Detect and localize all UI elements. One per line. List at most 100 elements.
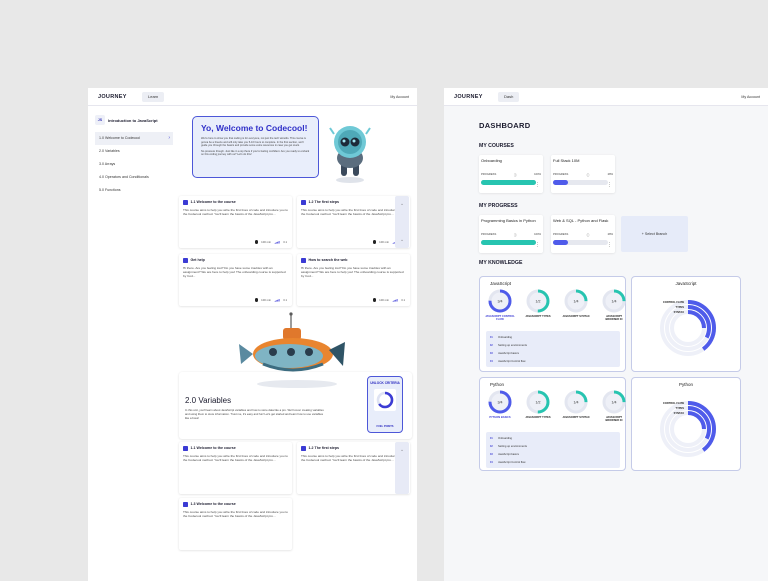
progress-fill — [481, 180, 536, 185]
lesson-icon — [301, 200, 306, 205]
progress-card[interactable]: Web & SQL - Python and Flask PROGRESS ⓘ 28… — [551, 215, 615, 253]
sidebar-item-label: 1.0 Welcome to Codecool — [99, 136, 141, 140]
topic-number: 04 — [490, 460, 493, 464]
lesson-card[interactable]: 1.3 Welcome to the course This course ai… — [179, 498, 292, 550]
course-name: Programming Basics in Python — [481, 218, 536, 223]
skill-gauge[interactable]: 3/4 PYTHON BASICS — [485, 389, 515, 422]
topic-number: 01 — [490, 335, 493, 339]
topic-item[interactable]: 02 Setting up environments — [490, 341, 616, 349]
my-account-link[interactable]: My Account — [390, 95, 409, 99]
expand-tab[interactable]: » » — [395, 196, 409, 248]
top-nav: JOURNEY Learn My Account — [88, 88, 417, 106]
select-branch-button[interactable]: + Select Branch — [621, 216, 688, 252]
sidebar-item-functions[interactable]: 5.0 Functions — [95, 184, 173, 197]
welcome-banner: Yo, Welcome to Codecool! We're here to s… — [192, 116, 319, 178]
lesson-card[interactable]: 1.2 The first steps This course aims to … — [297, 196, 410, 248]
difficulty-icon — [392, 298, 399, 302]
more-menu-icon[interactable]: ⋮ — [535, 242, 540, 248]
lesson-card[interactable]: Get help Hi there. Are you feeling lost?… — [179, 254, 292, 306]
sidebar-item-welcome[interactable]: 1.0 Welcome to Codecool › — [95, 132, 173, 145]
dashboard-page: JOURNEY Dash My Account DASHBOARD MY COU… — [444, 88, 768, 581]
skill-gauge[interactable]: 3/4 JAVASCRIPT CONTROL FLOW — [485, 288, 515, 321]
sidebar-item-arrays[interactable]: 3.0 Arrays — [95, 158, 173, 171]
topic-number: 02 — [490, 444, 493, 448]
brand-logo[interactable]: JOURNEY — [98, 94, 127, 100]
topic-item[interactable]: 01 Onboarding — [490, 333, 616, 341]
lesson-icon — [183, 446, 188, 451]
radial-card-javascript: JavaScript CONTROL FLOW TYPES SYNTAX — [631, 276, 741, 372]
progress-label: PROGRESS — [481, 233, 497, 236]
lesson-card[interactable]: 1.1 Welcome to the course This course ai… — [179, 442, 292, 494]
topic-item[interactable]: 02 Setting up environments — [490, 442, 616, 450]
gauge-label: JAVASCRIPT BROWSER IO — [605, 416, 623, 423]
lesson-icon — [183, 200, 188, 205]
topic-label: JavaScript basics — [498, 452, 519, 456]
expand-tab[interactable]: » — [395, 442, 409, 494]
topic-number: 03 — [490, 351, 493, 355]
knowledge-card-javascript: JavaScript 3/4 JAVASCRIPT CONTROL FLOW 1/2… — [479, 276, 626, 372]
topic-list: 01 Onboarding 02 Setting up environments 03 J… — [486, 331, 620, 367]
course-card[interactable]: Full Stack 10M PROGRESS ⓘ 28% ⋮ — [551, 155, 615, 193]
progress-percent: 100% — [534, 233, 541, 236]
skill-gauge[interactable]: 1/2 JAVASCRIPT TYPES — [523, 288, 553, 321]
info-icon: ⓘ — [513, 234, 517, 237]
gauge-label: JAVASCRIPT SYNTAX — [562, 315, 590, 318]
topic-label: Setting up environments — [498, 444, 527, 448]
more-menu-icon[interactable]: ⋮ — [607, 182, 612, 188]
gauge-value: 1/2 — [536, 300, 541, 304]
chevron-right-icon: › — [168, 135, 170, 141]
lesson-title: 1.1 Welcome to the course — [190, 446, 236, 451]
progress-bar — [481, 240, 536, 245]
my-account-link[interactable]: My Account — [741, 95, 760, 99]
gauge-ring: 3/4 — [488, 289, 512, 313]
gauge-label: JAVASCRIPT SYNTAX — [562, 416, 590, 419]
sidebar-item-variables[interactable]: 2.0 Variables — [95, 145, 173, 158]
gauge-value: 1/2 — [536, 401, 541, 405]
brand-logo[interactable]: JOURNEY — [454, 94, 483, 100]
unlock-criteria-card[interactable]: UNLOCK CRITERIA FUEL POINTS — [367, 376, 403, 433]
topic-item[interactable]: 01 Onboarding — [490, 434, 616, 442]
lesson-card[interactable]: How to search the web Hi there. Are you … — [297, 254, 410, 306]
topic-item[interactable]: 04 JavaScript Control flow — [490, 458, 616, 466]
expand-icon: » — [401, 238, 403, 242]
more-menu-icon[interactable]: ⋮ — [607, 242, 612, 248]
course-header: JS Introduction to JavaScript — [95, 114, 173, 126]
sidebar-item-label: 5.0 Functions — [99, 188, 121, 192]
lesson-duration: 100 min — [379, 298, 390, 302]
lesson-title: 1.2 The first steps — [308, 446, 340, 451]
unit-description: In this unit, you'll learn about JavaScr… — [185, 408, 324, 420]
lesson-card[interactable]: 1.1 Welcome to the course This course ai… — [179, 196, 292, 248]
radial-label: TYPES — [675, 305, 684, 309]
knowledge-title: JavaScript — [490, 281, 512, 286]
clock-icon — [372, 240, 377, 244]
nav-dash[interactable]: Dash — [498, 92, 520, 102]
topic-item[interactable]: 03 JavaScript basics — [490, 450, 616, 458]
skill-gauge[interactable]: 1/4 JAVASCRIPT BROWSER IO — [599, 288, 629, 321]
skill-gauge[interactable]: 1/4 JAVASCRIPT SYNTAX — [561, 389, 591, 422]
nav-learn[interactable]: Learn — [142, 92, 165, 102]
progress-percent: 28% — [607, 233, 613, 236]
progress-percent: 28% — [607, 173, 613, 176]
skill-gauge[interactable]: 1/4 JAVASCRIPT BROWSER IO — [599, 389, 629, 422]
sidebar-item-label: 4.0 Operators and Conditionals — [99, 175, 149, 179]
progress-card[interactable]: Programming Basics in Python PROGRESS ⓘ 10… — [479, 215, 543, 253]
gauge-value: 3/4 — [498, 300, 503, 304]
lesson-description: This course aims to help you write the f… — [301, 207, 406, 216]
topic-number: 04 — [490, 359, 493, 363]
course-card[interactable]: Onboarding PROGRESS ⓘ 100% ⋮ — [479, 155, 543, 193]
radial-chart: CONTROL FLOW TYPES SYNTAX — [632, 387, 740, 468]
difficulty-icon — [274, 298, 281, 302]
gauge-ring: 3/4 — [488, 390, 512, 414]
lesson-card[interactable]: 1.2 The first steps This course aims to … — [297, 442, 410, 494]
lesson-duration: 100 min — [379, 240, 390, 244]
sidebar-item-operators[interactable]: 4.0 Operators and Conditionals — [95, 171, 173, 184]
sidebar-item-label: 2.0 Variables — [99, 149, 120, 153]
more-menu-icon[interactable]: ⋮ — [535, 182, 540, 188]
skill-gauge[interactable]: 1/2 JAVASCRIPT TYPES — [523, 389, 553, 422]
learn-page: JOURNEY Learn My Account JS Introduction… — [88, 88, 417, 581]
radial-bars: CONTROL FLOWTYPESSYNTAX — [660, 401, 716, 457]
skill-gauge[interactable]: 1/4 JAVASCRIPT SYNTAX — [561, 288, 591, 321]
topic-item[interactable]: 04 JavaScript Control flow — [490, 357, 616, 365]
topic-item[interactable]: 03 JavaScript basics — [490, 349, 616, 357]
gauge-label: JAVASCRIPT CONTROL FLOW — [485, 315, 515, 322]
